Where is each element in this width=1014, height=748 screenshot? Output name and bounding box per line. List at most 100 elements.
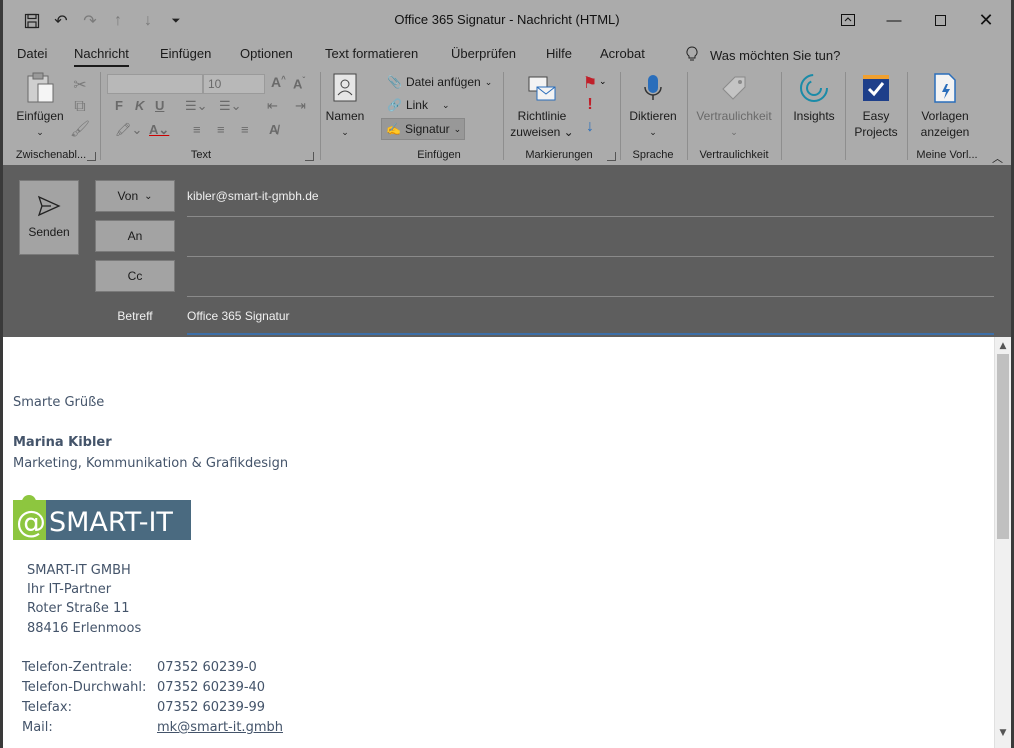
chevron-down-icon: ⌄ — [441, 99, 450, 110]
dictate-button[interactable]: Diktieren ⌄ — [625, 72, 681, 140]
view-templates-button[interactable]: Vorlagen anzeigen — [913, 72, 977, 140]
format-painter-icon[interactable]: 🖌 — [69, 118, 91, 140]
cc-button[interactable]: Cc — [95, 260, 175, 292]
subject-label: Betreff — [117, 309, 153, 323]
attach-file-button[interactable]: 📎 Datei anfügen ⌄ — [387, 75, 492, 89]
tab-hilfe[interactable]: Hilfe — [546, 46, 572, 61]
subject-field[interactable]: Office 365 Signatur — [187, 309, 290, 323]
group-meine-vorlagen-label: Meine Vorl... — [916, 149, 978, 161]
tab-nachricht[interactable]: Nachricht — [74, 46, 129, 67]
tab-optionen[interactable]: Optionen — [240, 46, 293, 61]
font-size-box[interactable]: 10 — [203, 74, 265, 94]
scroll-thumb[interactable] — [997, 354, 1009, 539]
increase-indent-icon[interactable]: ⇥ — [295, 98, 306, 114]
group-separator — [320, 72, 321, 160]
scroll-up-icon[interactable]: ▲ — [997, 339, 1009, 353]
shrink-font-icon[interactable]: Aˇ — [293, 76, 305, 91]
field-underline — [187, 296, 994, 297]
mail-link[interactable]: mk@smart-it.gmbh — [157, 720, 283, 735]
tell-me-label: Was möchten Sie tun? — [710, 48, 841, 63]
group-text-label: Text — [190, 149, 212, 161]
field-underline — [187, 216, 994, 217]
send-button[interactable]: Senden — [19, 180, 79, 255]
sensitivity-button[interactable]: Vertraulichkeit ⌄ — [693, 72, 775, 140]
follow-up-flag-icon[interactable]: ⚑ — [579, 72, 601, 94]
vertical-scrollbar[interactable]: ▲ ▼ — [994, 337, 1011, 748]
collapse-ribbon-icon[interactable]: ︿ — [992, 150, 1003, 166]
clear-formatting-icon[interactable]: A̸ — [269, 122, 278, 137]
low-importance-icon[interactable]: ↓ — [579, 116, 601, 138]
smart-it-logo: @ SMART-IT — [13, 494, 191, 541]
address-line: 88416 Erlenmoos — [27, 621, 142, 636]
paste-label: Einfügen — [16, 109, 64, 123]
high-importance-icon[interactable]: ! — [579, 94, 601, 116]
tab-ueberpruefen[interactable]: Überprüfen — [451, 46, 516, 61]
highlight-icon[interactable]: 🖍⌄ — [115, 122, 142, 138]
insights-button[interactable]: Insights — [787, 72, 841, 124]
contact-value: 07352 60239-40 — [157, 680, 266, 695]
easy-projects-line2: Projects — [854, 125, 898, 139]
align-left-icon[interactable]: ≡ — [193, 122, 201, 137]
tab-acrobat[interactable]: Acrobat — [600, 46, 645, 61]
tab-einfuegen[interactable]: Einfügen — [160, 46, 211, 61]
group-separator — [620, 72, 621, 160]
align-right-icon[interactable]: ≡ — [241, 122, 249, 137]
easy-projects-line1: Easy — [862, 109, 890, 123]
align-center-icon[interactable]: ≡ — [217, 122, 225, 137]
chevron-down-icon: ⌄ — [341, 127, 349, 137]
numbering-icon[interactable]: ☰⌄ — [219, 98, 242, 114]
underline-icon[interactable]: U — [155, 98, 164, 113]
bold-icon[interactable]: F — [115, 98, 123, 113]
tell-me-search[interactable]: Was möchten Sie tun? — [686, 46, 840, 65]
link-button[interactable]: 🔗 Link ⌄ — [387, 98, 450, 112]
from-button[interactable]: Von ⌄ — [95, 180, 175, 212]
from-label: Von — [117, 189, 139, 203]
close-icon[interactable]: ✕ — [963, 6, 1009, 34]
contact-label: Telefon-Durchwahl: — [22, 680, 147, 695]
dialog-launcher-icon[interactable] — [87, 152, 96, 161]
dialog-launcher-icon[interactable] — [607, 152, 616, 161]
link-label: Link — [405, 98, 428, 112]
assign-policy-button[interactable]: Richtlinie zuweisen ⌄ — [509, 72, 575, 140]
ribbon-display-options-icon[interactable] — [825, 6, 871, 34]
contact-label: Telefax: — [22, 700, 72, 715]
paperclip-icon: 📎 — [387, 75, 402, 89]
copy-icon[interactable]: ⧉ — [69, 96, 91, 118]
lightbulb-icon — [686, 46, 698, 65]
greeting-text: Smarte Grüße — [13, 395, 105, 410]
view-templates-line1: Vorlagen — [921, 109, 969, 123]
decrease-indent-icon[interactable]: ⇤ — [267, 98, 278, 114]
checkbox-icon — [860, 72, 892, 104]
message-body[interactable]: Smarte Grüße Marina Kibler Marketing, Ko… — [3, 337, 1011, 748]
scroll-down-icon[interactable]: ▼ — [997, 726, 1009, 740]
to-field[interactable] — [187, 229, 994, 249]
font-color-icon[interactable]: A⌄ — [149, 122, 169, 138]
maximize-icon[interactable] — [917, 6, 963, 34]
group-separator — [503, 72, 504, 160]
to-button[interactable]: An — [95, 220, 175, 252]
group-sprache-label: Sprache — [632, 149, 674, 161]
sensitivity-label: Vertraulichkeit — [696, 109, 772, 123]
cc-field[interactable] — [187, 269, 994, 289]
logo-text: SMART-IT — [49, 507, 173, 538]
paste-button[interactable]: Einfügen ⌄ — [13, 72, 67, 140]
tab-datei[interactable]: Datei — [17, 46, 47, 61]
easy-projects-button[interactable]: Easy Projects — [849, 72, 903, 140]
title-bar: ↶ ↷ ↑ ↓ ⏷ Office 365 Signatur - Nachrich… — [3, 0, 1011, 40]
clipboard-icon — [24, 72, 56, 104]
italic-icon[interactable]: K — [135, 98, 144, 113]
cut-icon[interactable]: ✂ — [69, 74, 91, 96]
microphone-icon — [637, 72, 669, 104]
from-field[interactable]: kibler@smart-it-gmbh.de — [187, 189, 319, 203]
chevron-down-icon: ⌄ — [599, 76, 607, 86]
grow-font-icon[interactable]: A^ — [271, 74, 286, 90]
tab-text-formatieren[interactable]: Text formatieren — [325, 46, 418, 61]
insights-icon — [798, 72, 830, 104]
minimize-icon[interactable]: — — [871, 6, 917, 34]
dialog-launcher-icon[interactable] — [305, 152, 314, 161]
template-icon — [929, 72, 961, 104]
names-button[interactable]: Namen ⌄ — [323, 72, 367, 140]
bullets-icon[interactable]: ☰⌄ — [185, 98, 208, 114]
font-name-box[interactable] — [107, 74, 203, 94]
signature-button[interactable]: ✍ Signatur ⌄ — [381, 118, 465, 140]
